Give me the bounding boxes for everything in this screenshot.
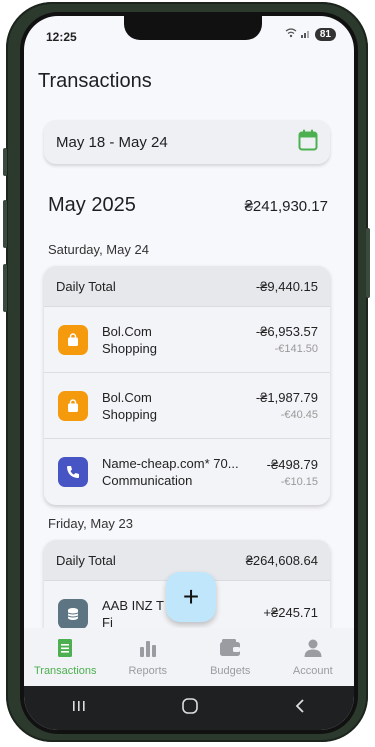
transaction-amounts: +₴245.71 (263, 605, 318, 624)
camera-notch (124, 16, 262, 40)
transaction-merchant: Bol.Com (102, 389, 152, 405)
daily-total-amount: -₴9,440.15 (255, 278, 318, 294)
day-card: Daily Total -₴9,440.15 Bol.Com Shopping … (44, 266, 330, 505)
transaction-amount: +₴245.71 (263, 604, 318, 620)
day-label: Friday, May 23 (48, 516, 134, 531)
side-button (3, 148, 7, 176)
daily-total-label: Daily Total (56, 278, 116, 294)
transaction-original-amount: -€10.15 (280, 475, 318, 488)
shopping-bag-icon (58, 324, 88, 355)
volume-up-button (3, 200, 7, 248)
transaction-row[interactable]: Bol.Com Shopping -₴1,987.79 -€40.45 (44, 373, 330, 439)
nav-label: Account (292, 664, 333, 677)
coins-icon (58, 599, 88, 628)
wallet-icon (219, 638, 241, 661)
daily-total-label: Daily Total (56, 552, 116, 568)
transaction-amounts: -₴1,987.79 -€40.45 (256, 390, 318, 421)
transaction-merchant: Bol.Com (102, 323, 152, 339)
battery-indicator: 81 (314, 28, 336, 41)
transaction-amount: -₴6,953.57 (255, 324, 318, 339)
wifi-icon (285, 28, 297, 41)
nav-reports[interactable]: Reports (107, 628, 190, 686)
system-navigation-bar (24, 686, 354, 730)
home-icon[interactable] (181, 697, 199, 720)
transaction-category: Communication (102, 473, 193, 488)
nav-label: Transactions (33, 664, 97, 677)
transaction-merchant: Name-cheap.com* 70... (102, 456, 239, 471)
person-icon (303, 638, 323, 661)
receipt-icon (57, 638, 73, 661)
daily-total-row: Daily Total -₴9,440.15 (44, 266, 330, 307)
screen-bezel: 12:25 81 Transactions May 18 - May 24 Ma… (20, 12, 358, 734)
transaction-category: Shopping (102, 406, 157, 422)
transaction-original-amount: -€40.45 (280, 409, 318, 421)
app-screen: 12:25 81 Transactions May 18 - May 24 Ma… (24, 16, 354, 730)
day-label: Saturday, May 24 (48, 242, 149, 257)
nav-budgets[interactable]: Budgets (189, 628, 272, 686)
daily-total-amount: ₴264,608.64 (245, 552, 318, 568)
transaction-amounts: -₴498.79 -€10.15 (267, 457, 318, 488)
bar-chart-icon (138, 638, 158, 661)
status-icons: 81 (285, 28, 336, 41)
add-transaction-button[interactable]: + (166, 572, 216, 622)
transaction-info: Bol.Com Shopping (102, 390, 248, 422)
nav-transactions[interactable]: Transactions (24, 628, 107, 686)
month-summary: May 2025 ₴241,930.17 (48, 194, 328, 217)
transaction-row[interactable]: Bol.Com Shopping -₴6,953.57 -€141.50 (44, 307, 330, 373)
status-time: 12:25 (46, 30, 77, 44)
transaction-amounts: -₴6,953.57 -€141.50 (256, 324, 318, 355)
transaction-row[interactable]: Name-cheap.com* 70... Communication -₴49… (44, 439, 330, 505)
month-title: May 2025 (48, 194, 136, 216)
transaction-info: Bol.Com Shopping (102, 324, 248, 356)
date-range-selector[interactable]: May 18 - May 24 (44, 120, 330, 164)
nav-label: Reports (128, 664, 168, 677)
shopping-bag-icon (58, 390, 88, 421)
power-button (366, 228, 370, 298)
transaction-category: Shopping (102, 340, 157, 356)
recent-apps-icon[interactable] (71, 699, 87, 718)
phone-frame: 12:25 81 Transactions May 18 - May 24 Ma… (3, 2, 370, 742)
transaction-info: Name-cheap.com* 70... Communication (102, 456, 259, 488)
phone-icon (58, 457, 88, 487)
calendar-icon[interactable] (298, 129, 318, 156)
transaction-original-amount: -€141.50 (274, 343, 318, 355)
page-title: Transactions (38, 70, 152, 92)
date-range-label: May 18 - May 24 (56, 133, 168, 151)
nav-label: Budgets (210, 664, 251, 677)
nav-account[interactable]: Account (272, 628, 355, 686)
signal-icon (300, 28, 311, 41)
month-total: ₴241,930.17 (244, 198, 328, 215)
volume-down-button (3, 264, 7, 312)
transaction-amount: -₴1,987.79 (255, 390, 318, 405)
bottom-navigation: Transactions Reports Budgets Account (24, 628, 354, 686)
back-icon[interactable] (293, 698, 307, 719)
transaction-amount: -₴498.79 (266, 456, 318, 472)
